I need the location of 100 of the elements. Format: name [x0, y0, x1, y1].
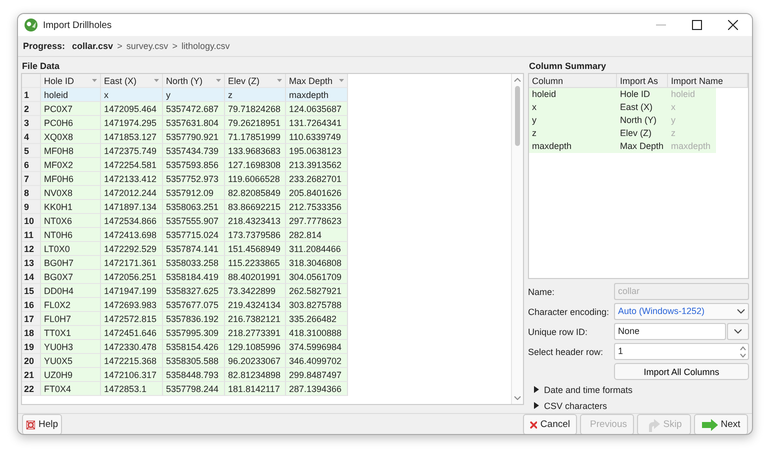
column-header[interactable]: Import As: [617, 74, 668, 88]
table-cell: 374.5996984: [286, 340, 348, 354]
table-cell: TT0X1: [41, 326, 101, 340]
table-cell: 1472012.244: [101, 186, 163, 200]
table-cell: 418.3100888: [286, 326, 348, 340]
table-cell-text: x: [670, 101, 676, 114]
row-number: 2: [22, 102, 41, 116]
maximize-icon[interactable]: [692, 20, 702, 30]
table-cell: 5358184.419: [163, 270, 225, 284]
expander[interactable]: Date and time formats: [528, 383, 749, 396]
table-cell: FL0H7: [41, 312, 101, 326]
expander-label[interactable]: Date and time formats: [544, 384, 633, 394]
close-icon[interactable]: [728, 20, 738, 30]
table-cell-text: Hole ID: [619, 88, 652, 101]
caret-icon[interactable]: [339, 79, 344, 82]
caret-icon[interactable]: [216, 79, 221, 82]
table-cell: 1472056.251: [101, 270, 163, 284]
header-row-spinbox[interactable]: 1: [614, 343, 749, 360]
column-header[interactable]: Column: [529, 74, 617, 88]
column-header[interactable]: Max Depth: [286, 74, 348, 88]
row-number: 16: [22, 298, 41, 312]
table-cell: 1472413.698: [101, 228, 163, 242]
table-cell: FT0X4: [41, 382, 101, 396]
table-cell: 195.0638123: [286, 144, 348, 158]
table-cell: XQ0X8: [41, 130, 101, 144]
table-cell: PC0X7: [41, 102, 101, 116]
next-button[interactable]: Next: [694, 414, 748, 434]
table-cell: NT0H6: [41, 228, 101, 242]
row-number: 8: [22, 186, 41, 200]
table-cell: 181.8142117: [225, 382, 286, 396]
table-cell: DD0H4: [41, 284, 101, 298]
row-number: 11: [22, 228, 41, 242]
table-cell: 1472451.646: [101, 326, 163, 340]
table-cell: BG0X7: [41, 270, 101, 284]
table-cell: 124.0635687: [286, 102, 348, 116]
row-number: 3: [22, 116, 41, 130]
table-cell-text: holeid: [531, 88, 558, 101]
column-header[interactable]: Hole ID: [41, 74, 101, 88]
table-cell: KK0H1: [41, 200, 101, 214]
table-cell: 5358327.625: [163, 284, 225, 298]
window-title: Import Drillholes: [43, 20, 112, 30]
table-cell-text: North (Y): [619, 114, 658, 127]
table-cell: 1472534.866: [101, 214, 163, 228]
progress-label: Progress:: [23, 41, 66, 51]
row-number: 14: [22, 270, 41, 284]
table-cell: 216.7382121: [225, 312, 286, 326]
progress-step: survey.csv: [126, 41, 168, 51]
scroll-down-icon[interactable]: [514, 396, 521, 400]
table-cell: 151.4568949: [225, 242, 286, 256]
spin-arrows-icon[interactable]: [740, 346, 746, 358]
table-cell-text: y: [670, 114, 676, 127]
table-cell: BG0H7: [41, 256, 101, 270]
row-number: 7: [22, 172, 41, 186]
caret-icon[interactable]: [154, 79, 159, 82]
column-header[interactable]: Elev (Z): [225, 74, 286, 88]
scrollbar[interactable]: [511, 74, 523, 404]
table-cell: 1472133.412: [101, 172, 163, 186]
table-cell: 318.3046808: [286, 256, 348, 270]
table-cell: 1472330.478: [101, 340, 163, 354]
table-cell: 205.8401626: [286, 186, 348, 200]
app-logo-icon: [24, 18, 38, 32]
row-number: 4: [22, 130, 41, 144]
column-header[interactable]: East (X): [101, 74, 163, 88]
cancel-button[interactable]: Cancel: [523, 414, 577, 434]
table-cell: 297.7778623: [286, 214, 348, 228]
progress-step: lithology.csv: [181, 41, 230, 51]
table-cell: 5357752.973: [163, 172, 225, 186]
scroll-up-icon[interactable]: [514, 78, 521, 82]
encoding-dropdown[interactable]: Auto (Windows-1252): [614, 303, 749, 320]
table-cell: 88.40201991: [225, 270, 286, 284]
chevron-down-icon: [737, 309, 745, 314]
table-cell: 129.1085996: [225, 340, 286, 354]
table-cell: 5357798.244: [163, 382, 225, 396]
help-button[interactable]: Help: [22, 414, 62, 434]
table-cell: 5358305.588: [163, 354, 225, 368]
table-cell: 131.7264341: [286, 116, 348, 130]
caret-icon[interactable]: [277, 79, 282, 82]
import-all-columns-button[interactable]: Import All Columns: [614, 363, 749, 380]
expand-triangle-icon[interactable]: [533, 402, 540, 409]
expander-label[interactable]: CSV characters: [544, 400, 608, 410]
table-cell: z: [225, 88, 286, 102]
table-cell: 1472095.464: [101, 102, 163, 116]
scroll-thumb[interactable]: [515, 86, 520, 146]
table-cell: x: [101, 88, 163, 102]
column-header[interactable]: Import Name: [668, 74, 748, 88]
row-number: 22: [22, 382, 41, 396]
expand-triangle-icon[interactable]: [533, 386, 540, 393]
table-cell: UZ0H9: [41, 368, 101, 382]
dropdown-button[interactable]: [727, 323, 749, 340]
table-cell-text: z: [670, 127, 676, 140]
expander[interactable]: CSV characters: [528, 399, 749, 412]
caret-icon[interactable]: [92, 79, 97, 82]
table-cell: 218.4323413: [225, 214, 286, 228]
row-id-field[interactable]: None: [614, 323, 726, 340]
separator-text: >: [172, 41, 178, 51]
row-number: 13: [22, 256, 41, 270]
column-header[interactable]: North (Y): [163, 74, 225, 88]
table-cell: 5358033.258: [163, 256, 225, 270]
table-cell: 79.26218951: [225, 116, 286, 130]
table-cell: 1472215.368: [101, 354, 163, 368]
